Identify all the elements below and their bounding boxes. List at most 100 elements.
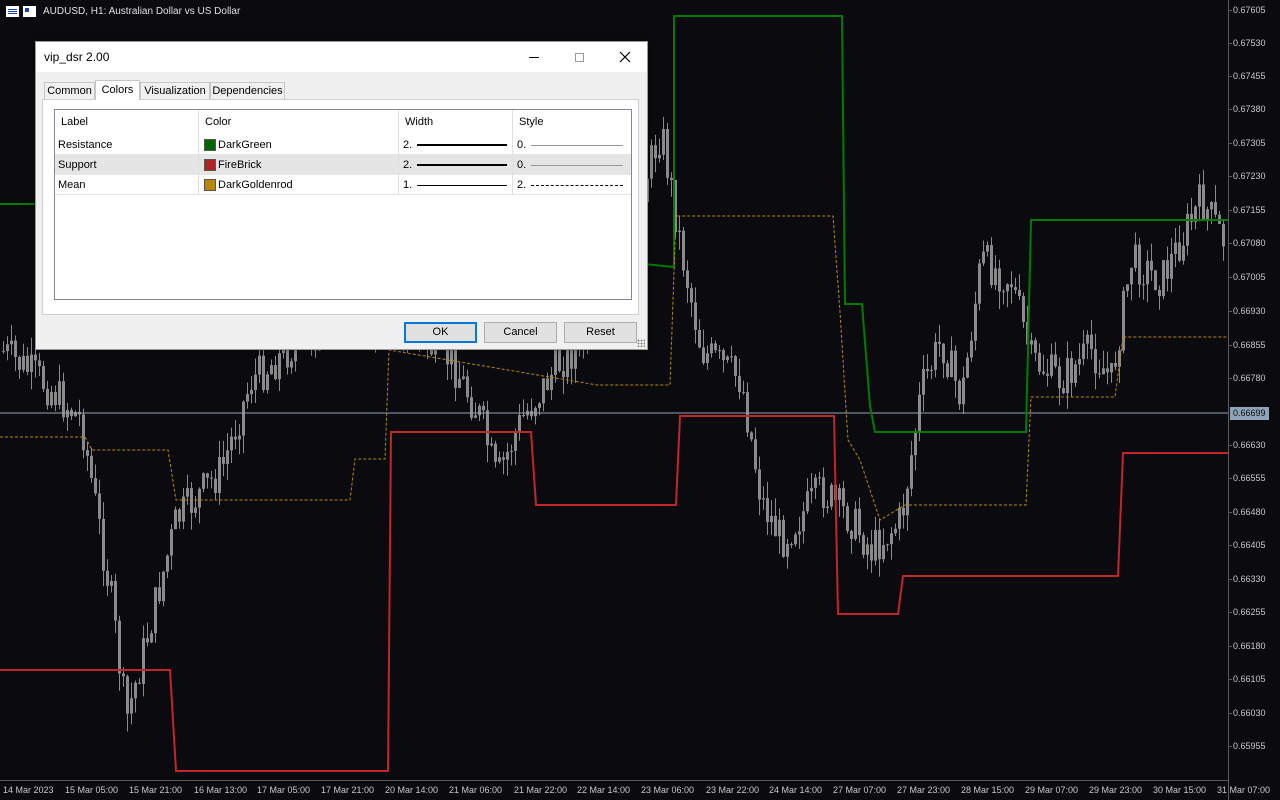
candle-body <box>142 638 145 684</box>
candle-body <box>790 543 793 545</box>
tab-common[interactable]: Common <box>44 82 95 99</box>
candle-body <box>1138 244 1141 285</box>
candle-body <box>1010 284 1013 288</box>
candle-body <box>1066 358 1069 394</box>
candle-body <box>994 268 997 286</box>
color-picker[interactable]: FireBrick <box>199 155 399 175</box>
candle-body <box>650 145 653 179</box>
style-line-sample <box>531 165 623 166</box>
color-picker[interactable]: DarkGoldenrod <box>199 175 399 195</box>
time-label: 21 Mar 22:00 <box>514 785 568 795</box>
style-selector[interactable]: 0. <box>513 155 631 175</box>
candle-body <box>714 343 717 351</box>
candle-body <box>898 507 901 529</box>
candle-body <box>730 356 733 358</box>
width-selector[interactable]: 1. <box>399 175 513 195</box>
candle-body <box>6 344 9 352</box>
candle-body <box>838 488 841 500</box>
time-axis[interactable]: 14 Mar 2023 15 Mar 05:00 15 Mar 21:00 16 Ma… <box>0 780 1270 800</box>
candle-body <box>750 432 753 440</box>
candle-body <box>742 392 745 394</box>
tab-visualization[interactable]: Visualization <box>140 82 210 99</box>
candle-body <box>886 544 889 546</box>
price-label: 0.66930 <box>1229 306 1266 316</box>
candle-body <box>1022 296 1025 323</box>
candle-body <box>1018 289 1021 297</box>
width-selector[interactable]: 2. <box>399 135 513 155</box>
candle-body <box>66 410 69 418</box>
color-name: FireBrick <box>218 159 262 171</box>
column-header-label[interactable]: Label <box>55 110 199 135</box>
row-label: Mean <box>55 175 199 195</box>
candle-body <box>82 414 85 451</box>
candle-body <box>38 360 41 367</box>
candle-body <box>778 519 781 537</box>
style-selector[interactable]: 0. <box>513 135 631 155</box>
candle-body <box>878 529 881 560</box>
candle-body <box>546 378 549 390</box>
column-header-width[interactable]: Width <box>399 110 513 135</box>
table-row-resistance[interactable]: Resistance DarkGreen 2. 0. <box>55 135 631 155</box>
candle-body <box>1178 242 1181 261</box>
maximize-button[interactable] <box>556 42 602 72</box>
reset-button[interactable]: Reset <box>564 322 637 343</box>
time-label: 15 Mar 21:00 <box>129 785 183 795</box>
candle-body <box>490 443 493 446</box>
candle-body <box>1082 343 1085 360</box>
candle-body <box>458 378 461 388</box>
candle-body <box>1042 371 1045 374</box>
tab-dependencies[interactable]: Dependencies <box>210 82 285 99</box>
chart-list-icon[interactable] <box>6 6 19 17</box>
candle-body <box>58 381 61 405</box>
dialog-titlebar[interactable]: vip_dsr 2.00 <box>36 42 647 72</box>
time-label: 20 Mar 14:00 <box>385 785 439 795</box>
width-line-sample <box>417 144 507 146</box>
table-row-support[interactable]: Support FireBrick 2. 0. <box>55 155 631 175</box>
candle-body <box>902 507 905 516</box>
row-label: Resistance <box>55 135 199 155</box>
candle-body <box>870 544 873 561</box>
candle-body <box>26 355 29 372</box>
candle-body <box>922 368 925 395</box>
candle-body <box>1006 284 1009 292</box>
candle-body <box>758 469 761 500</box>
candle-body <box>278 353 281 380</box>
tab-colors[interactable]: Colors <box>95 80 140 100</box>
candle-body <box>1102 368 1105 375</box>
candle-body <box>126 676 129 714</box>
candle-body <box>774 515 777 537</box>
ok-button[interactable]: OK <box>404 322 477 343</box>
candle-body <box>514 432 517 451</box>
cancel-button[interactable]: Cancel <box>484 322 557 343</box>
candle-body <box>1094 349 1097 374</box>
current-price-label: 0.66699 <box>1230 407 1269 420</box>
candle-body <box>134 682 137 699</box>
candle-body <box>538 403 541 409</box>
column-header-color[interactable]: Color <box>199 110 399 135</box>
candle-body <box>1030 340 1033 345</box>
resize-grip-icon[interactable] <box>637 339 645 347</box>
style-selector[interactable]: 2. <box>513 175 631 195</box>
candle-body <box>866 544 869 555</box>
candle-body <box>234 436 237 440</box>
price-axis[interactable]: 0.67605 0.67530 0.67455 0.67380 0.67305 0.672… <box>1228 0 1280 800</box>
candle-body <box>218 457 221 493</box>
candle-body <box>14 340 17 357</box>
candle-body <box>222 457 225 464</box>
table-row-mean[interactable]: Mean DarkGoldenrod 1. 2. <box>55 175 631 195</box>
candle-body <box>86 450 89 456</box>
width-selector[interactable]: 2. <box>399 155 513 175</box>
color-picker[interactable]: DarkGreen <box>199 135 399 155</box>
width-value: 1. <box>403 179 413 191</box>
close-button[interactable] <box>602 42 648 72</box>
candle-body <box>830 484 833 507</box>
column-header-style[interactable]: Style <box>513 110 631 135</box>
candle-body <box>686 270 689 289</box>
candle-body <box>1170 254 1173 279</box>
candle-body <box>206 473 209 478</box>
minimize-button[interactable] <box>511 42 557 72</box>
candle-body <box>1086 334 1089 344</box>
candle-body <box>10 340 13 345</box>
candle-body <box>1054 354 1057 367</box>
price-label: 0.66855 <box>1229 340 1266 350</box>
